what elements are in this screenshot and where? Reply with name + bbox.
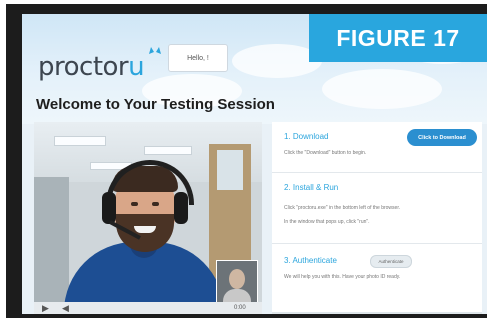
cloud [322, 69, 442, 109]
logo-text: proctor [38, 52, 129, 82]
step-title: 1. Download [284, 132, 329, 141]
cubicle-wall [34, 177, 69, 302]
page-title: Welcome to Your Testing Session [36, 96, 275, 113]
step-description: In the window that pops up, click "run". [284, 219, 370, 225]
step-description: Click the "Download" button to begin. [284, 150, 367, 156]
figure-frame: FIGURE 17 proctoru Hello, ! Welcome to Y… [6, 4, 487, 318]
user-greeting-tag[interactable]: Hello, ! [168, 44, 228, 72]
video-controls: ▶ ◀ 0:00 [34, 302, 262, 314]
footer-strip [272, 312, 482, 314]
step-install: 2. Install & Run Click "proctoru.exe" in… [272, 173, 482, 244]
headset-earcup [102, 192, 116, 224]
person-smile [134, 226, 156, 233]
app-screen: FIGURE 17 proctoru Hello, ! Welcome to Y… [22, 14, 487, 314]
proctor-pip-video [216, 260, 258, 302]
logo-accent: u [128, 52, 145, 82]
ceiling-light [54, 136, 106, 146]
step-download: 1. Download Click the "Download" button … [272, 122, 482, 173]
step-title: 2. Install & Run [284, 183, 339, 192]
steps-panel: 1. Download Click the "Download" button … [272, 122, 482, 314]
play-icon[interactable]: ▶ [42, 303, 49, 314]
authenticate-button[interactable]: Authenticate [370, 255, 412, 268]
proctor-body [223, 289, 251, 302]
step-description: Click "proctoru.exe" in the bottom left … [284, 205, 401, 211]
logo-ears-icon [149, 47, 161, 54]
webcam-video [34, 122, 262, 302]
step-description: We will help you with this. Have your ph… [284, 274, 401, 280]
step-title: 3. Authenticate [284, 256, 337, 265]
speaker-icon[interactable]: ◀ [62, 303, 69, 314]
proctor-head [229, 269, 245, 289]
headset-earcup [174, 192, 188, 224]
step-authenticate: 3. Authenticate Authenticate We will hel… [272, 244, 482, 314]
figure-label: FIGURE 17 [309, 14, 487, 62]
door-window [217, 150, 243, 190]
video-time: 0:00 [234, 305, 246, 311]
ceiling-light [144, 146, 192, 155]
proctoru-logo: proctoru [38, 47, 161, 82]
download-button[interactable]: Click to Download [407, 129, 477, 146]
